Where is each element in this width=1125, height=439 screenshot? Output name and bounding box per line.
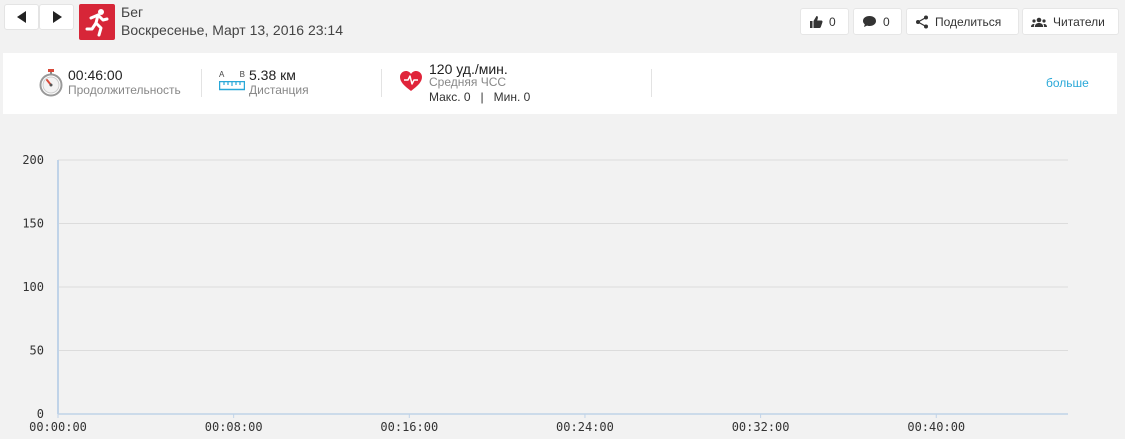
x-tick-label: 00:08:00 bbox=[205, 420, 263, 434]
divider bbox=[201, 69, 202, 97]
y-tick-label: 0 bbox=[37, 407, 44, 421]
distance-a-label: A bbox=[219, 70, 225, 79]
followers-button[interactable]: Читатели bbox=[1022, 8, 1119, 35]
followers-label: Читатели bbox=[1053, 14, 1105, 29]
distance-value: 5.38 км bbox=[249, 67, 296, 83]
more-link[interactable]: больше bbox=[1046, 76, 1089, 90]
x-tick-label: 00:24:00 bbox=[556, 420, 614, 434]
heart-rate-label: Средняя ЧСС bbox=[429, 75, 507, 89]
y-axis: 0 50 100 150 200 bbox=[22, 153, 44, 421]
triangle-right-icon bbox=[53, 11, 62, 23]
activity-sport: Бег bbox=[121, 4, 144, 20]
comment-count: 0 bbox=[883, 14, 890, 29]
y-tick-label: 100 bbox=[22, 280, 44, 294]
chart-grid bbox=[58, 159, 1068, 351]
like-button[interactable]: 0 bbox=[800, 8, 849, 35]
x-tick-label: 00:16:00 bbox=[380, 420, 438, 434]
stats-panel: 00:46:00 Продолжительность A B 5.38 км Д… bbox=[3, 53, 1117, 114]
distance-label: Дистанция bbox=[249, 83, 309, 97]
prev-activity-button[interactable] bbox=[4, 4, 39, 30]
speech-bubble-icon bbox=[863, 16, 876, 27]
next-activity-button[interactable] bbox=[39, 4, 74, 30]
x-tick-label: 00:32:00 bbox=[732, 420, 790, 434]
distance-b-label: B bbox=[239, 70, 245, 79]
like-count: 0 bbox=[829, 14, 836, 29]
heart-rate-minmax: Макс. 0 | Мин. 0 bbox=[429, 90, 531, 104]
stopwatch-icon bbox=[39, 69, 63, 97]
heart-icon bbox=[400, 71, 422, 91]
x-tick-label: 00:00:00 bbox=[29, 420, 87, 434]
running-man-icon bbox=[85, 9, 109, 37]
share-icon bbox=[916, 15, 928, 28]
sport-badge bbox=[79, 4, 115, 40]
triangle-left-icon bbox=[17, 11, 26, 23]
people-icon bbox=[1031, 17, 1047, 27]
y-tick-label: 200 bbox=[22, 153, 44, 167]
divider bbox=[651, 69, 652, 97]
thumbs-up-icon bbox=[810, 15, 823, 28]
x-axis: 00:00:00 00:08:00 00:16:00 00:24:00 00:32:00… bbox=[29, 414, 965, 434]
duration-value: 00:46:00 bbox=[68, 67, 123, 83]
share-label: Поделиться bbox=[935, 14, 1002, 29]
duration-label: Продолжительность bbox=[68, 83, 181, 97]
y-tick-label: 150 bbox=[22, 217, 44, 231]
top-bar: Бег Воскресенье, Март 13, 2016 23:14 0 0… bbox=[0, 0, 1125, 48]
comment-button[interactable]: 0 bbox=[853, 8, 902, 35]
x-tick-label: 00:40:00 bbox=[907, 420, 965, 434]
divider bbox=[381, 69, 382, 97]
share-button[interactable]: Поделиться bbox=[906, 8, 1019, 35]
y-tick-label: 50 bbox=[30, 344, 44, 358]
ruler-icon: A B bbox=[219, 70, 245, 94]
heart-rate-chart: 050100150200 00:00:00 00:08:00 00:16:00 00:… bbox=[22, 153, 1068, 434]
activity-date: Воскресенье, Март 13, 2016 23:14 bbox=[121, 22, 344, 38]
